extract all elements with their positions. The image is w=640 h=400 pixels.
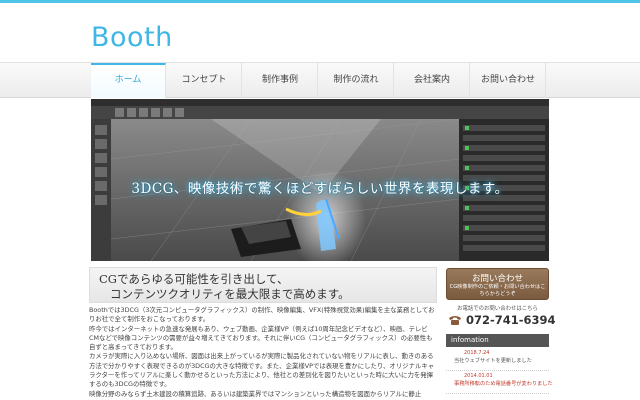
info-item: 2014.01.01 事務所移転のため電話番号が変わりました [446,371,553,394]
nav-item-home[interactable]: ホーム [91,63,166,98]
contact-subtitle: CG映像制作のご依頼・お問い合わせはこちらからどうぞ [449,284,546,297]
hero-image: 3DCG、映像技術で驚くほどすばらしい世界を表現します。 [91,99,549,261]
headline-line-1: CGであらゆる可能性を引き出して、 [99,272,289,286]
contact-button[interactable]: お問い合わせ CG映像制作のご依頼・お問い合わせはこちらからどうぞ [446,268,549,300]
info-list: 2018.7.24 当社ウェブサイトを更新しました 2014.01.01 事務所… [446,348,553,394]
main-nav: ホーム コンセプト 制作事例 制作の流れ 会社案内 お問い合わせ [0,62,640,98]
nav-item-company[interactable]: 会社案内 [395,63,470,98]
intro-paragraph: Boothでは3DCG（3次元コンピュータグラフィックス）の制作、映像編集、VF… [89,306,435,324]
headline-box: CGであらゆる可能性を引き出して、 コンテンツクオリティを最大限まで高めます。 [89,267,437,303]
contact-title: お問い合わせ [471,274,523,284]
nav-item-flow[interactable]: 制作の流れ [319,63,394,98]
site-logo[interactable]: Booth [91,22,173,53]
hero-caption: 3DCG、映像技術で驚くほどすばらしい世界を表現します。 [131,181,509,197]
info-heading: infomation [446,334,549,347]
info-date: 2014.01.01 [464,373,493,379]
top-accent-bar [0,0,640,3]
tel-number[interactable]: 072-741-6394 [466,313,556,327]
info-date: 2018.7.24 [464,350,490,356]
intro-paragraph: 昨今ではインターネットの急速な発展もあり、ウェブ動画、企業様VP（例えば10周年… [89,324,433,352]
nav-item-concept[interactable]: コンセプト [167,63,242,98]
info-link[interactable]: 事務所移転のため電話番号が変わりました [454,380,553,387]
nav-item-contact[interactable]: お問い合わせ [471,63,546,98]
tel-label: お電話でのお問い合わせはこちら [457,306,538,312]
intro-paragraph: 映像分野のみならず土木建設の積算追跡、あるいは建築業界ではマンションといった構造… [89,389,422,398]
nav-item-works[interactable]: 制作事例 [243,63,318,98]
intro-paragraph: カメラが実際に入り込めない場所、図面は出来上がっているが実際に製品化されていない… [89,352,435,389]
info-item: 2018.7.24 当社ウェブサイトを更新しました [446,348,549,371]
intro-text: Boothでは3DCG（3次元コンピュータグラフィックス）の制作、映像編集、VF… [89,306,437,399]
phone-icon [449,316,461,325]
headline-line-2: コンテンツクオリティを最大限まで高めます。 [110,287,350,301]
info-link[interactable]: 当社ウェブサイトを更新しました [454,357,532,364]
